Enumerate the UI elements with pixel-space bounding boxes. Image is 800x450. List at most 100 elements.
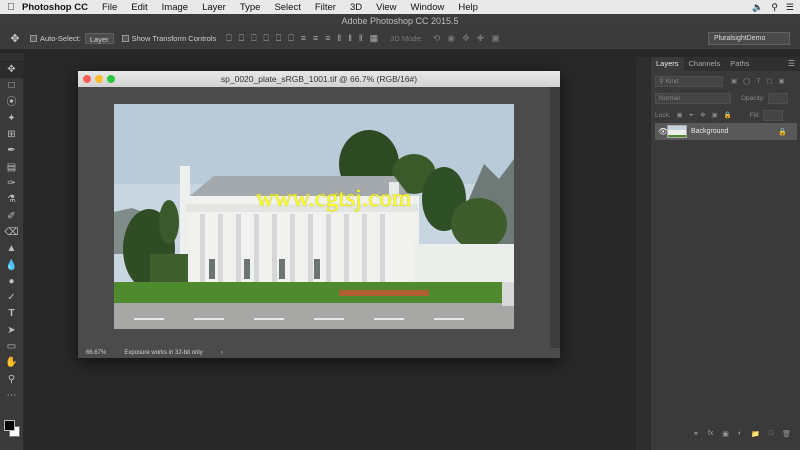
blend-row: Normal Opacity: — [655, 91, 796, 105]
align-vcenter-icon[interactable]: ⎕ — [239, 33, 244, 44]
menu-view[interactable]: View — [376, 2, 396, 13]
panel-menu-icon[interactable]: ☰ — [788, 57, 795, 71]
align-top-icon[interactable]: ⎕ — [226, 33, 231, 44]
eraser-tool-icon[interactable]: ⌫ — [0, 225, 23, 241]
pen-tool-icon[interactable]: ✓ — [0, 290, 23, 306]
auto-select-checkbox[interactable] — [30, 35, 37, 42]
delete-layer-icon[interactable]: 🗑 — [782, 430, 791, 442]
fill-field[interactable] — [762, 109, 783, 121]
lasso-tool-icon[interactable]: ⦿ — [0, 95, 23, 111]
align-bottom-icon[interactable]: ⎕ — [251, 33, 256, 44]
layer-row-background[interactable]: 👁 Background 🔒 — [655, 123, 797, 140]
visibility-eye-icon[interactable]: 👁 — [658, 127, 668, 136]
menu-file[interactable]: File — [102, 2, 117, 13]
blend-mode-select[interactable]: Normal — [655, 92, 731, 104]
maximize-window-button[interactable] — [107, 75, 115, 83]
3d-slide-icon[interactable]: ✚ — [477, 33, 485, 44]
distribute-right-icon[interactable]: ‖ — [359, 33, 363, 44]
marquee-tool-icon[interactable]: □ — [0, 78, 23, 94]
document-scrollbar[interactable] — [550, 87, 560, 348]
brush-tool-icon[interactable]: ✑ — [0, 176, 23, 192]
3d-roll-icon[interactable]: ◉ — [447, 33, 455, 44]
filter-kind-select[interactable]: ⚲ Kind — [655, 75, 723, 87]
hand-tool-icon[interactable]: ✋ — [0, 355, 23, 371]
distribute-left-icon[interactable]: ‖ — [337, 33, 341, 44]
app-menu[interactable]: Photoshop CC — [22, 2, 88, 13]
history-brush-tool-icon[interactable]: ✐ — [0, 209, 23, 225]
distribute-vcenter-icon[interactable]: ≡ — [313, 33, 318, 44]
3d-pan-icon[interactable]: ✥ — [462, 33, 470, 44]
menu-select[interactable]: Select — [274, 2, 300, 13]
volume-icon[interactable]: 🔈 — [752, 2, 763, 13]
menu-window[interactable]: Window — [411, 2, 445, 13]
layer-style-icon[interactable]: fx — [708, 430, 713, 442]
distribute-top-icon[interactable]: ≡ — [301, 33, 306, 44]
document-status-bar: 66.67% Exposure works in 32-bit only › — [78, 348, 560, 358]
menu-edit[interactable]: Edit — [131, 2, 147, 13]
3d-mode-label: 3D Mode: — [390, 34, 423, 43]
opacity-field[interactable] — [767, 92, 788, 104]
adjustment-layer-icon[interactable]: ◐ — [738, 430, 742, 442]
move-tool-icon[interactable]: ✥ — [0, 32, 30, 45]
menu-layer[interactable]: Layer — [202, 2, 226, 13]
distribute-bottom-icon[interactable]: ≡ — [325, 33, 330, 44]
blur-tool-icon[interactable]: 💧 — [0, 258, 23, 274]
link-layers-icon[interactable]: ⚭ — [693, 430, 699, 442]
transform-controls-checkbox[interactable] — [121, 35, 129, 42]
new-layer-icon[interactable]: □ — [769, 430, 773, 442]
app-title-bar: Adobe Photoshop CC 2015.5 — [0, 14, 800, 28]
document-window: sp_0020_plate_sRGB_1001.tif @ 66.7% (RGB… — [78, 71, 560, 358]
menu-image[interactable]: Image — [162, 2, 188, 13]
foreground-color-swatch[interactable] — [4, 420, 15, 431]
align-left-icon[interactable]: ⎕ — [263, 33, 268, 44]
toolbar-grip[interactable] — [0, 53, 24, 61]
auto-select-dropdown[interactable]: Layer — [84, 33, 114, 44]
mac-menubar:  Photoshop CC File Edit Image Layer Typ… — [0, 0, 800, 14]
document-canvas[interactable]: www.cgtsj.com — [78, 87, 550, 348]
canvas-image — [114, 104, 514, 329]
workspace-switcher[interactable]: PluralsightDemo — [708, 32, 790, 45]
apple-icon[interactable]:  — [0, 2, 22, 13]
dodge-tool-icon[interactable]: ● — [0, 274, 23, 290]
eyedropper-tool-icon[interactable]: ✒ — [0, 143, 23, 159]
filter-search-icon: ⚲ — [659, 77, 666, 85]
spotlight-icon[interactable]: ⚲ — [771, 2, 778, 13]
healing-brush-tool-icon[interactable]: ▤ — [0, 160, 23, 176]
quick-select-tool-icon[interactable]: ✦ — [0, 111, 23, 127]
document-title-bar[interactable]: sp_0020_plate_sRGB_1001.tif @ 66.7% (RGB… — [78, 71, 560, 87]
3d-scale-icon[interactable]: ▣ — [491, 33, 500, 44]
crop-tool-icon[interactable]: ⊞ — [0, 127, 23, 143]
filter-type-icons[interactable]: ▣◯T▢▣ — [731, 77, 791, 85]
notification-icon[interactable]: ☰ — [786, 2, 794, 13]
3d-rotate-icon[interactable]: ⟲ — [433, 33, 441, 44]
lock-row: Lock: ▣✒✥▣🔒 Fill: — [655, 108, 796, 122]
tab-channels[interactable]: Channels — [684, 57, 726, 71]
close-window-button[interactable] — [83, 75, 91, 83]
menu-type[interactable]: Type — [240, 2, 261, 13]
watermark-text: www.cgtsj.com — [256, 185, 412, 212]
zoom-tool-icon[interactable]: ⚲ — [0, 372, 23, 388]
status-menu-arrow-icon[interactable]: › — [221, 348, 223, 358]
distribute-hcenter-icon[interactable]: ‖ — [348, 33, 352, 44]
more-tools-icon[interactable]: ⋯ — [0, 388, 23, 404]
align-right-icon[interactable]: ⎕ — [288, 33, 293, 44]
clone-stamp-tool-icon[interactable]: ⚗ — [0, 192, 23, 208]
paint-bucket-tool-icon[interactable]: ▲ — [0, 241, 23, 257]
menu-filter[interactable]: Filter — [315, 2, 336, 13]
lock-icons[interactable]: ▣✒✥▣🔒 — [677, 111, 738, 119]
menu-3d[interactable]: 3D — [350, 2, 362, 13]
new-group-icon[interactable]: 📁 — [751, 430, 760, 442]
tab-paths[interactable]: Paths — [725, 57, 754, 71]
zoom-level[interactable]: 66.67% — [86, 348, 106, 358]
move-tool-icon[interactable]: ✥ — [0, 62, 23, 79]
type-tool-icon[interactable]: T — [0, 306, 23, 322]
layer-thumbnail — [667, 125, 687, 138]
add-mask-icon[interactable]: ▣ — [722, 430, 729, 442]
tab-layers[interactable]: Layers — [651, 57, 684, 71]
minimize-window-button[interactable] — [95, 75, 103, 83]
align-hcenter-icon[interactable]: ⎕ — [276, 33, 281, 44]
path-selection-tool-icon[interactable]: ➤ — [0, 323, 23, 339]
rectangle-tool-icon[interactable]: ▭ — [0, 339, 23, 355]
menu-help[interactable]: Help — [458, 2, 478, 13]
auto-align-icon[interactable]: ▦ — [370, 33, 379, 44]
